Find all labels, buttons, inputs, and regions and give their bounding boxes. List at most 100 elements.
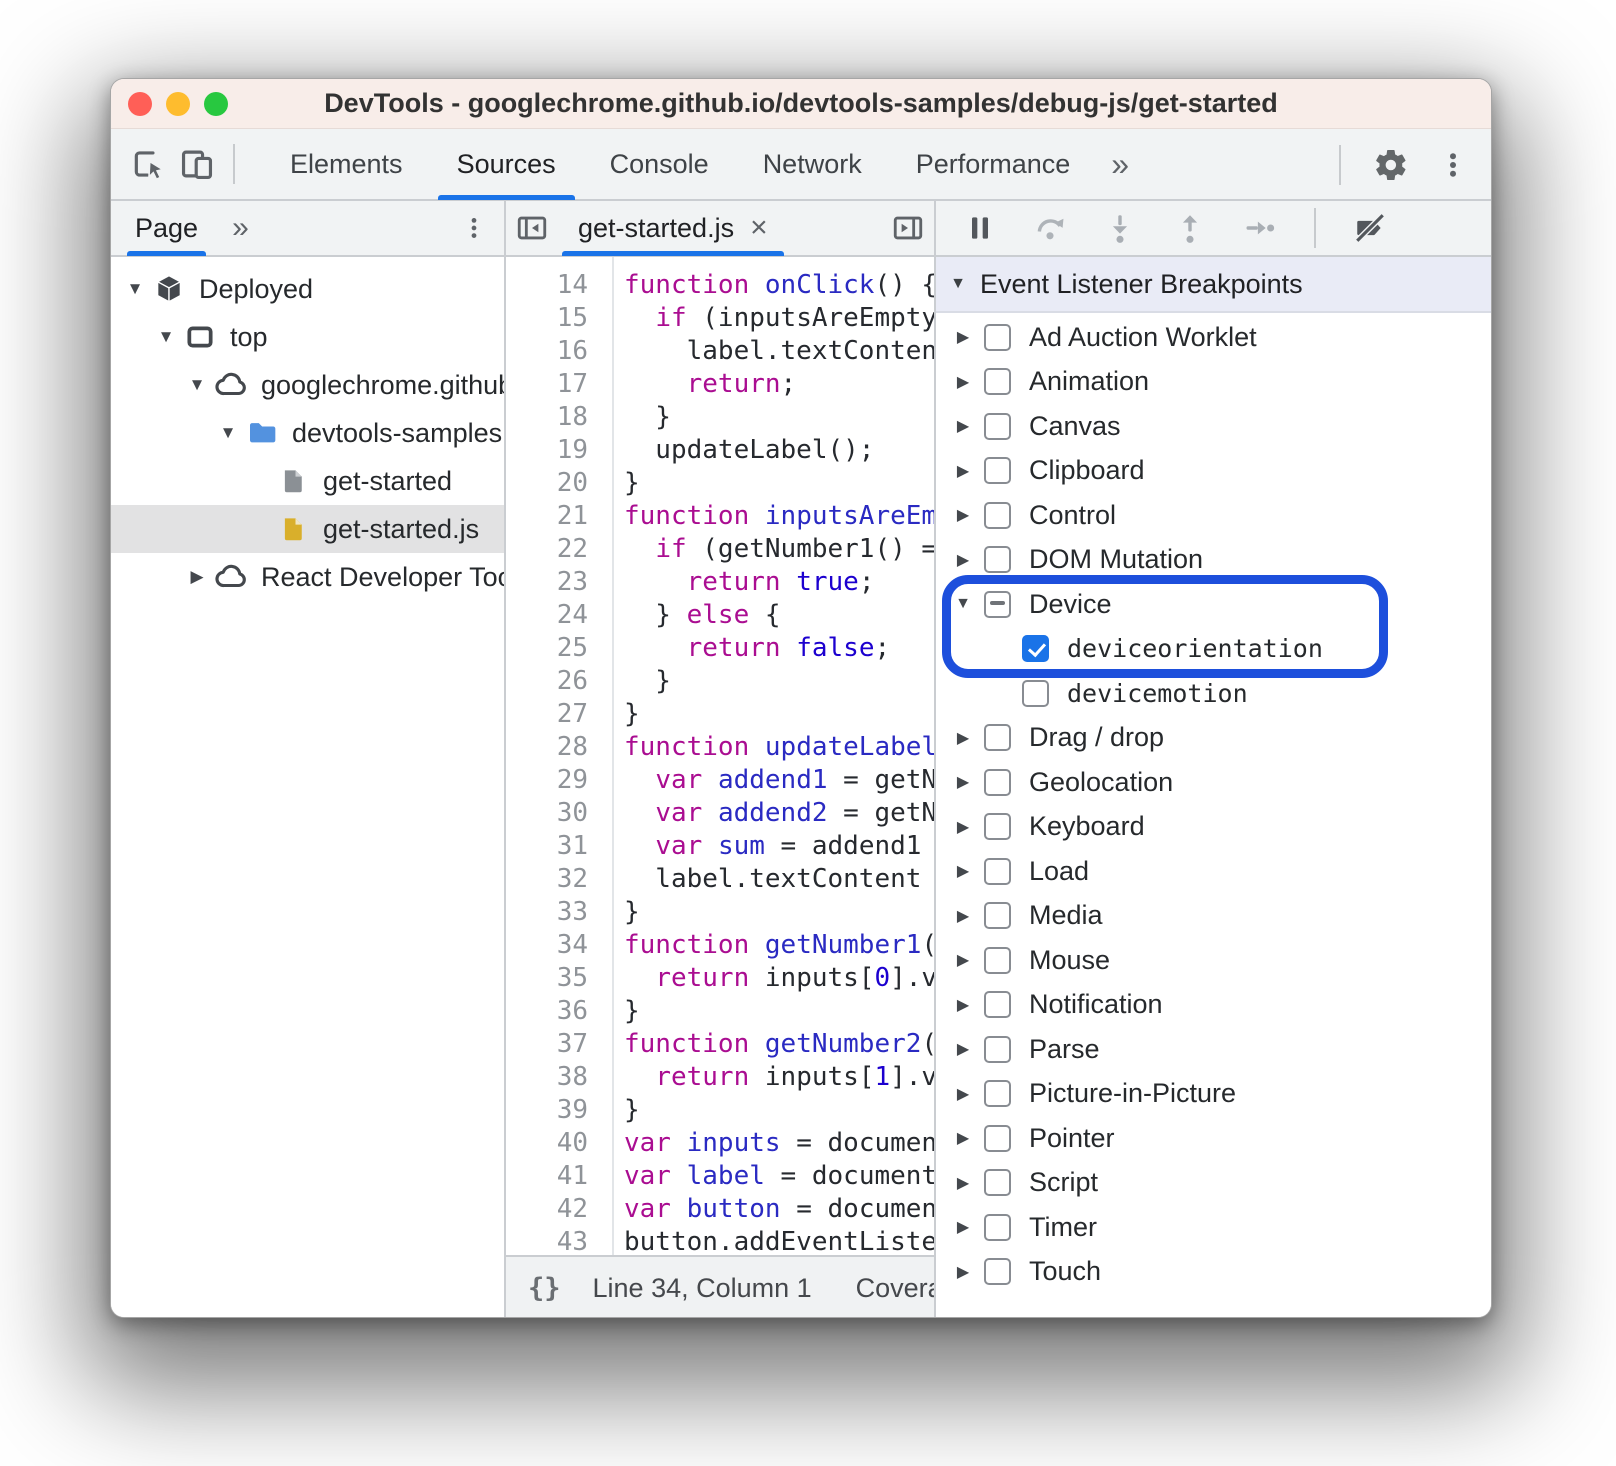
more-panels-chevron[interactable]: »: [1097, 128, 1143, 200]
breakpoint-row-parse[interactable]: ▶Parse: [936, 1027, 1491, 1072]
tree-item-googlechrome-github-io[interactable]: ▼googlechrome.github.io: [111, 361, 504, 409]
breakpoint-row-script[interactable]: ▶Script: [936, 1161, 1491, 1206]
breakpoint-row-timer[interactable]: ▶Timer: [936, 1205, 1491, 1250]
breakpoint-row-canvas[interactable]: ▶Canvas: [936, 404, 1491, 449]
line-number[interactable]: 37: [506, 1028, 600, 1061]
category-expand-arrow[interactable]: ▶: [950, 728, 976, 748]
checkbox-canvas[interactable]: [984, 413, 1011, 440]
checkbox-animation[interactable]: [984, 368, 1011, 395]
line-number[interactable]: 32: [506, 863, 600, 896]
checkbox-pointer[interactable]: [984, 1125, 1011, 1152]
breakpoint-row-touch[interactable]: ▶Touch: [936, 1250, 1491, 1295]
step-into-icon[interactable]: [1102, 210, 1138, 246]
line-number[interactable]: 41: [506, 1160, 600, 1193]
line-number[interactable]: 26: [506, 665, 600, 698]
pause-script-icon[interactable]: [962, 210, 998, 246]
checkbox-parse[interactable]: [984, 1036, 1011, 1063]
breakpoint-row-keyboard[interactable]: ▶Keyboard: [936, 805, 1491, 850]
tab-network[interactable]: Network: [736, 128, 889, 200]
checkbox-clipboard[interactable]: [984, 457, 1011, 484]
line-number[interactable]: 21: [506, 500, 600, 533]
line-number[interactable]: 20: [506, 467, 600, 500]
breakpoint-row-picture-in-picture[interactable]: ▶Picture-in-Picture: [936, 1072, 1491, 1117]
checkbox-touch[interactable]: [984, 1258, 1011, 1285]
checkbox-mouse[interactable]: [984, 947, 1011, 974]
tree-item-get-started[interactable]: get-started: [111, 457, 504, 505]
checkbox-media[interactable]: [984, 902, 1011, 929]
category-expand-arrow[interactable]: ▶: [950, 1173, 976, 1193]
category-expand-arrow[interactable]: ▼: [950, 595, 976, 613]
breakpoint-row-deviceorientation[interactable]: deviceorientation: [936, 627, 1491, 672]
line-number[interactable]: 15: [506, 302, 600, 335]
tree-expand-arrow[interactable]: ▼: [214, 423, 242, 443]
line-number[interactable]: 42: [506, 1193, 600, 1226]
tab-console[interactable]: Console: [583, 128, 736, 200]
line-number[interactable]: 30: [506, 797, 600, 830]
breakpoint-row-clipboard[interactable]: ▶Clipboard: [936, 449, 1491, 494]
step-over-icon[interactable]: [1032, 210, 1068, 246]
tab-sources[interactable]: Sources: [430, 128, 583, 200]
tab-performance[interactable]: Performance: [889, 128, 1098, 200]
breakpoint-row-notification[interactable]: ▶Notification: [936, 983, 1491, 1028]
line-number[interactable]: 14: [506, 269, 600, 302]
minimize-window-button[interactable]: [166, 92, 190, 116]
tab-page[interactable]: Page: [111, 201, 222, 256]
tree-expand-arrow[interactable]: ▶: [183, 567, 211, 587]
tree-item-top[interactable]: ▼top: [111, 313, 504, 361]
breakpoint-row-device[interactable]: ▼Device: [936, 582, 1491, 627]
category-expand-arrow[interactable]: ▶: [950, 327, 976, 347]
checkbox-timer[interactable]: [984, 1214, 1011, 1241]
section-expand-arrow[interactable]: ▼: [936, 275, 980, 293]
line-number[interactable]: 33: [506, 896, 600, 929]
editor-tab-get-started-js[interactable]: get-started.js ×: [558, 201, 788, 256]
line-number[interactable]: 43: [506, 1226, 600, 1255]
breakpoint-row-animation[interactable]: ▶Animation: [936, 360, 1491, 405]
tree-expand-arrow[interactable]: ▼: [183, 375, 211, 395]
category-expand-arrow[interactable]: ▶: [950, 1128, 976, 1148]
kebab-menu-icon[interactable]: [1429, 141, 1477, 189]
category-expand-arrow[interactable]: ▶: [950, 416, 976, 436]
category-expand-arrow[interactable]: ▶: [950, 1217, 976, 1237]
line-number[interactable]: 24: [506, 599, 600, 632]
breakpoint-row-devicemotion[interactable]: devicemotion: [936, 671, 1491, 716]
category-expand-arrow[interactable]: ▶: [950, 372, 976, 392]
category-expand-arrow[interactable]: ▶: [950, 817, 976, 837]
line-number[interactable]: 35: [506, 962, 600, 995]
breakpoint-row-mouse[interactable]: ▶Mouse: [936, 938, 1491, 983]
checkbox-keyboard[interactable]: [984, 813, 1011, 840]
checkbox-script[interactable]: [984, 1169, 1011, 1196]
category-expand-arrow[interactable]: ▶: [950, 906, 976, 926]
gear-icon[interactable]: [1367, 141, 1415, 189]
category-expand-arrow[interactable]: ▶: [950, 1084, 976, 1104]
more-navigator-tabs-chevron[interactable]: »: [222, 211, 259, 245]
step-icon[interactable]: [1242, 210, 1278, 246]
checkbox-load[interactable]: [984, 858, 1011, 885]
line-number[interactable]: 39: [506, 1094, 600, 1127]
checkbox-devicemotion[interactable]: [1022, 680, 1049, 707]
line-number[interactable]: 22: [506, 533, 600, 566]
navigator-kebab-menu-icon[interactable]: [450, 204, 498, 252]
checkbox-notification[interactable]: [984, 991, 1011, 1018]
category-expand-arrow[interactable]: ▶: [950, 772, 976, 792]
tree-expand-arrow[interactable]: ▼: [152, 327, 180, 347]
hide-navigator-icon[interactable]: [506, 201, 558, 256]
category-expand-arrow[interactable]: ▶: [950, 1039, 976, 1059]
breakpoint-row-pointer[interactable]: ▶Pointer: [936, 1116, 1491, 1161]
checkbox-picture-in-picture[interactable]: [984, 1080, 1011, 1107]
line-number[interactable]: 16: [506, 335, 600, 368]
category-expand-arrow[interactable]: ▶: [950, 505, 976, 525]
line-number[interactable]: 17: [506, 368, 600, 401]
category-expand-arrow[interactable]: ▶: [950, 950, 976, 970]
checkbox-drag-drop[interactable]: [984, 724, 1011, 751]
checkbox-ad-auction-worklet[interactable]: [984, 324, 1011, 351]
event-listener-breakpoints-section[interactable]: ▼ Event Listener Breakpoints: [936, 257, 1491, 313]
breakpoint-row-load[interactable]: ▶Load: [936, 849, 1491, 894]
breakpoint-row-geolocation[interactable]: ▶Geolocation: [936, 760, 1491, 805]
close-window-button[interactable]: [128, 92, 152, 116]
pretty-print-icon[interactable]: {}: [528, 1273, 561, 1304]
checkbox-dom-mutation[interactable]: [984, 546, 1011, 573]
line-number[interactable]: 31: [506, 830, 600, 863]
category-expand-arrow[interactable]: ▶: [950, 550, 976, 570]
zoom-window-button[interactable]: [204, 92, 228, 116]
line-number[interactable]: 38: [506, 1061, 600, 1094]
